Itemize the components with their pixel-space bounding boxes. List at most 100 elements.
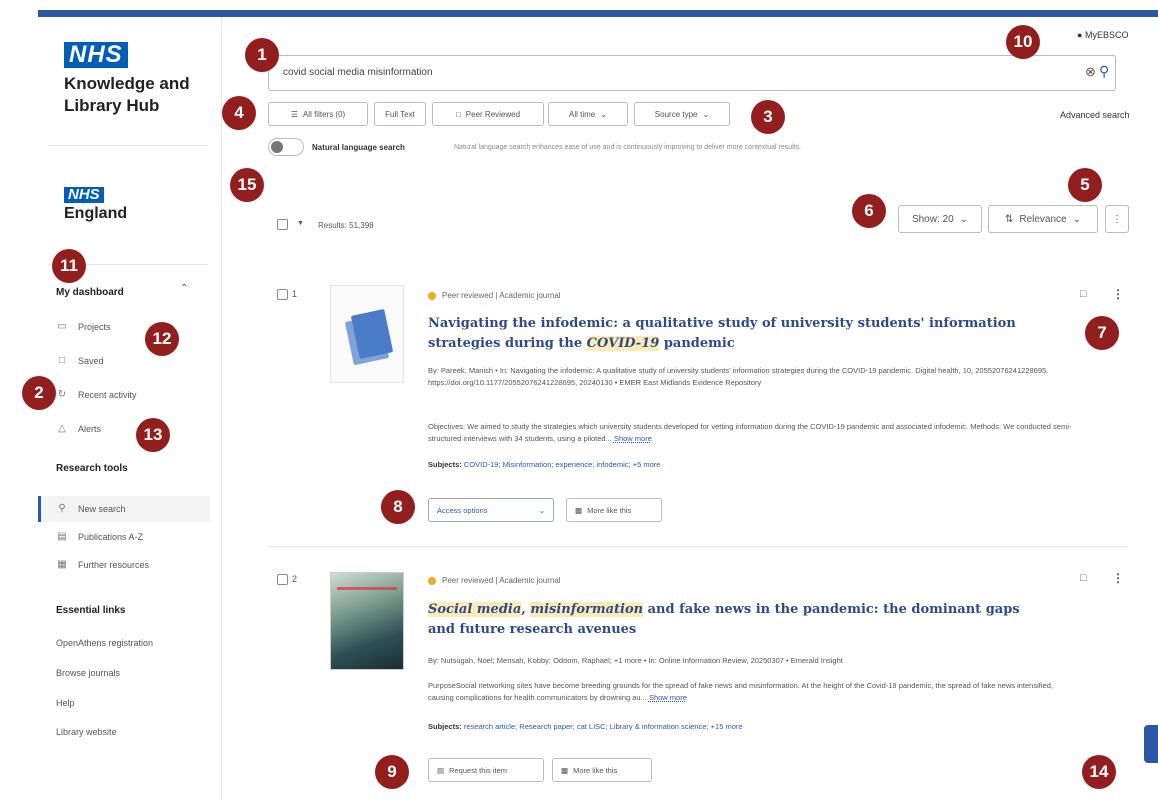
grid-icon: ▦	[57, 559, 67, 570]
toggle-knob	[271, 141, 283, 153]
callout-marker: 4	[222, 96, 256, 130]
sidebar-item-label: Saved	[78, 355, 104, 366]
info-button[interactable]: ⋮	[1105, 205, 1129, 233]
callout-marker: 6	[852, 194, 886, 228]
callout-marker: 15	[230, 168, 264, 202]
callout-marker: 5	[1068, 168, 1102, 202]
source-type-dropdown[interactable]: Source type ⌄	[634, 102, 730, 126]
callout-marker: 1	[245, 38, 279, 72]
result-number: 2	[292, 574, 298, 584]
sidebar-item-further-resources[interactable]: ▦ Further resources	[56, 559, 149, 570]
sort-dropdown[interactable]: ⇅ Relevance ⌄	[988, 205, 1098, 233]
book-icon: ▩	[575, 505, 583, 515]
folder-icon: ▭	[57, 321, 67, 332]
chevron-down-icon: ⌄	[600, 109, 607, 119]
page-size-dropdown[interactable]: Show: 20 ⌄	[898, 205, 982, 233]
document-icon: ▤	[57, 531, 67, 542]
more-like-this-button[interactable]: ▩ More like this	[566, 498, 662, 522]
result-byline: By: Pareek, Manish • In: Navigating the …	[428, 366, 1049, 387]
chevron-down-icon: ⌄	[959, 213, 969, 225]
result-thumbnail[interactable]	[330, 572, 404, 670]
more-options-icon[interactable]: ⋮	[1112, 571, 1124, 585]
natural-language-toggle[interactable]	[268, 138, 304, 156]
account-link[interactable]: ● MyEBSCO	[1077, 30, 1128, 40]
search-input[interactable]: covid social media misinformation ⊗ ⚲	[268, 55, 1116, 91]
result-checkbox[interactable]	[277, 289, 288, 300]
request-item-button[interactable]: ▤ Request this item	[428, 758, 544, 782]
result-type: Peer reviewed | Academic journal	[428, 576, 561, 585]
hub-title: Knowledge and Library Hub	[64, 74, 190, 115]
natural-language-label: Natural language search	[312, 143, 405, 152]
filter-icon: ☰	[290, 109, 298, 119]
clear-icon[interactable]: ⊗	[1085, 64, 1096, 80]
result-title[interactable]: Navigating the infodemic: a qualitative …	[428, 314, 1048, 354]
callout-marker: 7	[1085, 316, 1119, 350]
result-type: Peer reviewed | Academic journal	[428, 291, 561, 300]
book-icon: ▩	[561, 765, 569, 775]
divider	[48, 145, 208, 146]
link-browse-journals[interactable]: Browse journals	[56, 668, 120, 678]
sidebar-item-label: Projects	[78, 321, 111, 332]
sidebar-item-publications[interactable]: ▤ Publications A-Z	[56, 531, 143, 542]
bookmark-icon: □	[58, 355, 66, 366]
access-options-dropdown[interactable]: Access options ⌄	[428, 498, 554, 522]
result-byline: By: Nutsugah, Noel; Mensah, Kobby; Odoom…	[428, 656, 843, 665]
chevron-down-icon: ⌄	[538, 505, 545, 515]
more-like-this-button[interactable]: ▩ More like this	[552, 758, 652, 782]
all-filters-button[interactable]: ☰ All filters (0)	[268, 102, 368, 126]
show-more-link[interactable]: Show more	[649, 693, 687, 702]
result-abstract: Objectives: We aimed to study the strate…	[428, 422, 1072, 443]
checkbox-icon: □	[455, 109, 461, 119]
link-library-website[interactable]: Library website	[56, 727, 117, 737]
caret-down-icon[interactable]: ▼	[297, 220, 304, 227]
history-icon: ↻	[57, 389, 67, 400]
sidebar-item-projects[interactable]: ▭ Projects	[56, 321, 111, 332]
sidebar-item-recent-activity[interactable]: ↻ Recent activity	[56, 389, 137, 400]
essential-links-heading: Essential links	[56, 605, 126, 616]
date-filter-dropdown[interactable]: All time ⌄	[548, 102, 628, 126]
result-abstract: PurposeSocial networking sites have beco…	[428, 681, 1053, 702]
link-help[interactable]: Help	[56, 698, 75, 708]
sidebar-item-label: Publications A-Z	[78, 531, 144, 542]
result-thumbnail[interactable]	[330, 285, 404, 383]
advanced-search-link[interactable]: Advanced search	[1060, 110, 1130, 120]
research-tools-heading: Research tools	[56, 463, 128, 474]
search-query: covid social media misinformation	[283, 67, 433, 78]
select-all-checkbox[interactable]	[277, 219, 288, 230]
sidebar: NHS Knowledge and Library Hub NHS Englan…	[38, 17, 222, 800]
sort-icon: ⇅	[1004, 213, 1014, 225]
nhs-england-logo: NHS	[64, 187, 104, 203]
user-icon: ●	[1077, 30, 1083, 40]
peer-reviewed-icon	[428, 291, 436, 300]
top-accent-bar	[38, 10, 1158, 17]
chevron-down-icon: ⌄	[702, 109, 710, 119]
chevron-up-icon[interactable]: ⌃	[180, 283, 188, 294]
peer-reviewed-button[interactable]: □ Peer Reviewed	[432, 102, 544, 126]
callout-marker: 3	[751, 100, 785, 134]
sidebar-item-label: Recent activity	[78, 389, 137, 400]
show-more-link[interactable]: Show more	[614, 434, 652, 443]
nhs-logo: NHS	[64, 42, 128, 68]
feedback-tab[interactable]	[1144, 725, 1158, 763]
request-icon: ▤	[437, 765, 445, 775]
more-options-icon[interactable]: ⋮	[1112, 287, 1124, 301]
full-text-button[interactable]: Full Text	[374, 102, 426, 126]
result-title[interactable]: Social media, misinformation and fake ne…	[428, 600, 1048, 640]
link-openathens[interactable]: OpenAthens registration	[56, 638, 153, 648]
sidebar-item-saved[interactable]: □ Saved	[56, 355, 104, 366]
search-icon: ⚲	[58, 503, 66, 514]
callout-marker: 12	[145, 322, 179, 356]
dashboard-heading[interactable]: My dashboard	[56, 287, 124, 298]
sidebar-item-new-search[interactable]: ⚲ New search	[56, 503, 126, 514]
callout-marker: 10	[1006, 25, 1040, 59]
peer-reviewed-icon	[428, 576, 436, 585]
info-icon: ⋮	[1112, 213, 1122, 225]
sidebar-item-alerts[interactable]: △ Alerts	[56, 423, 101, 434]
search-icon[interactable]: ⚲	[1099, 63, 1109, 80]
results-count: Results: 51,398	[318, 221, 374, 230]
callout-marker: 11	[52, 249, 86, 283]
result-checkbox[interactable]	[277, 574, 288, 585]
bookmark-icon[interactable]: □	[1080, 288, 1087, 300]
bookmark-icon[interactable]: □	[1080, 572, 1087, 584]
sidebar-item-label: New search	[78, 503, 126, 514]
